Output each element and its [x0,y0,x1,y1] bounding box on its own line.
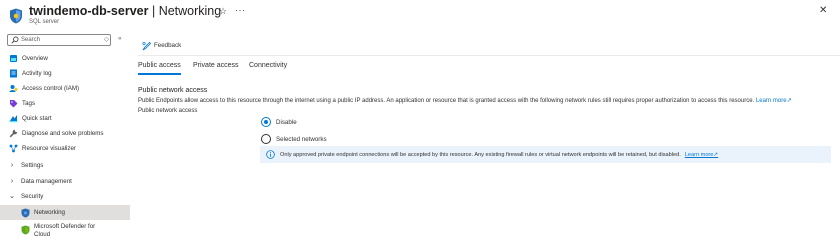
sidebar-item-label: Microsoft Defender for Cloud [34,223,96,238]
tag-icon [8,98,18,108]
sidebar-item-networking[interactable]: Networking [0,205,130,220]
defender-icon [20,225,30,235]
tab-connectivity[interactable]: Connectivity [249,62,287,69]
sidebar-item-label: Data management [21,177,72,185]
info-icon [266,150,275,159]
feedback-button[interactable]: Feedback [154,42,181,49]
resource-menu: Search ◇ « Overview Activity log Access … [0,32,131,247]
sidebar-item-diagnose[interactable]: Diagnose and solve problems [0,126,130,140]
sidebar-item-label: Tags [22,99,36,107]
tab-private-access[interactable]: Private access [193,62,239,69]
sidebar-group-security[interactable]: ⌄ Security [0,189,130,203]
description-text: Public Endpoints allow access to this re… [138,98,755,104]
wrench-icon [8,128,18,138]
sidebar-item-activity-log[interactable]: Activity log [0,66,130,80]
chevron-right-icon: › [10,177,14,185]
info-text: Only approved private endpoint connectio… [280,151,681,158]
tab-public-access[interactable]: Public access [138,62,181,69]
blade-name: Networking [158,4,222,18]
info-message-bar: Only approved private endpoint connectio… [260,146,831,163]
radio-button[interactable] [261,117,271,127]
star-icon[interactable]: ☆ [219,6,227,17]
learn-more-link[interactable]: Learn more↗ [756,98,792,104]
visualizer-icon [8,143,18,153]
search-placeholder: Search [21,36,41,43]
external-link-icon: ↗ [713,151,719,158]
chevron-down-icon: ⌄ [9,193,15,200]
search-icon [11,36,19,44]
sidebar-group-data-management[interactable]: › Data management [0,174,130,188]
close-icon[interactable]: ✕ [819,5,827,16]
public-network-access-label: Public network access [138,108,198,114]
sidebar-item-label: Access control (IAM) [22,84,80,92]
section-title: Public network access [138,87,208,94]
radio-label: Disable [276,118,297,126]
sidebar-item-access-control[interactable]: Access control (IAM) [0,81,130,95]
radio-option-selected-networks[interactable]: Selected networks [261,134,327,144]
external-link-icon: ↗ [786,98,792,104]
main-content: Feedback Public access Private access Co… [131,32,840,247]
radio-button[interactable] [261,134,271,144]
active-tab-indicator [138,73,181,75]
sidebar-item-label: Quick start [22,114,52,122]
sort-icon[interactable]: ◇ [104,35,109,43]
ellipsis-icon[interactable]: ··· [235,5,246,15]
section-description: Public Endpoints allow access to this re… [138,97,792,104]
collapse-menu-icon[interactable]: « [118,35,122,42]
sidebar-item-label: Diagnose and solve problems [22,129,104,137]
activity-log-icon [8,68,18,78]
sidebar-item-label: Security [21,192,44,200]
sidebar-item-tags[interactable]: Tags [0,96,130,110]
sql-server-icon [8,53,18,63]
blade-header: twindemo-db-server | Networking SQL serv… [0,0,840,30]
chevron-right-icon: › [10,161,14,169]
info-learn-more-label: Learn more [684,151,714,158]
sql-server-shield-icon [10,8,22,24]
sidebar-item-label: Settings [21,161,44,169]
resource-name: twindemo-db-server [29,4,149,18]
page-title: twindemo-db-server | Networking [29,4,221,18]
networking-shield-icon [20,208,30,218]
sidebar-group-settings[interactable]: › Settings [0,158,130,172]
sidebar-item-overview[interactable]: Overview [0,51,130,65]
search-input[interactable]: Search [7,34,111,46]
feedback-icon[interactable] [142,41,152,51]
quick-start-icon [8,113,18,123]
resource-type: SQL server [29,19,60,25]
sidebar-item-quick-start[interactable]: Quick start [0,111,130,125]
sidebar-item-label: Networking [34,209,65,216]
sidebar-item-label: Activity log [22,69,52,77]
info-learn-more-link[interactable]: Learn more↗ [685,152,718,158]
sidebar-item-label: Resource visualizer [22,144,76,152]
title-separator: | [151,4,156,18]
learn-more-label: Learn more [755,98,787,104]
sidebar-item-resource-visualizer[interactable]: Resource visualizer [0,141,130,155]
iam-icon [8,83,18,93]
sidebar-item-label: Overview [22,54,48,62]
sidebar-item-defender[interactable]: Microsoft Defender for Cloud [0,222,130,242]
radio-option-disable[interactable]: Disable [261,117,297,127]
radio-label: Selected networks [276,135,327,143]
toolbar-divider [138,55,840,56]
